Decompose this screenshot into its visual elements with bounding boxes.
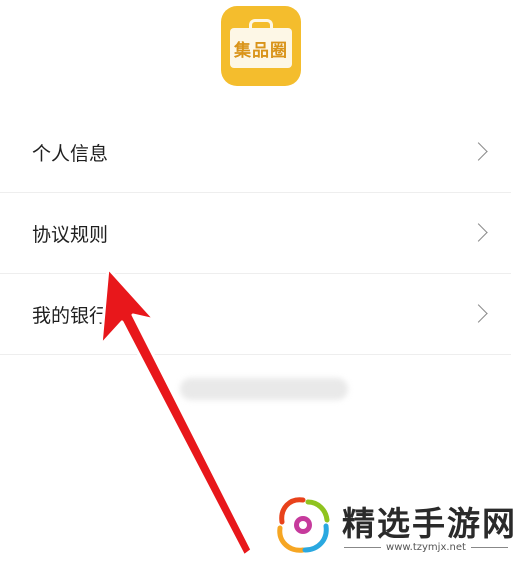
chevron-right-icon <box>469 223 488 242</box>
watermark: 精选手游网 www.tzymjx.net <box>272 492 515 558</box>
chevron-right-icon <box>469 142 488 161</box>
menu-item-personal-info[interactable]: 个人信息 <box>0 112 511 193</box>
menu-item-label: 协议规则 <box>32 223 109 246</box>
watermark-title: 精选手游网 <box>342 504 517 543</box>
menu-item-my-bank[interactable]: 我的银行 <box>0 274 511 355</box>
watermark-emblem-icon <box>277 497 330 553</box>
settings-menu: 个人信息 协议规则 我的银行 <box>0 112 511 355</box>
watermark-url: www.tzymjx.net <box>386 542 466 553</box>
menu-item-label: 个人信息 <box>32 142 109 165</box>
menu-item-label: 我的银行 <box>32 304 109 327</box>
watermark-url-line: www.tzymjx.net <box>344 542 509 553</box>
app-logo: 集品圈 <box>221 6 301 86</box>
chevron-right-icon <box>469 304 488 323</box>
menu-item-agreement-rules[interactable]: 协议规则 <box>0 193 511 274</box>
blurred-content <box>180 378 348 400</box>
app-logo-text: 集品圈 <box>234 41 288 61</box>
